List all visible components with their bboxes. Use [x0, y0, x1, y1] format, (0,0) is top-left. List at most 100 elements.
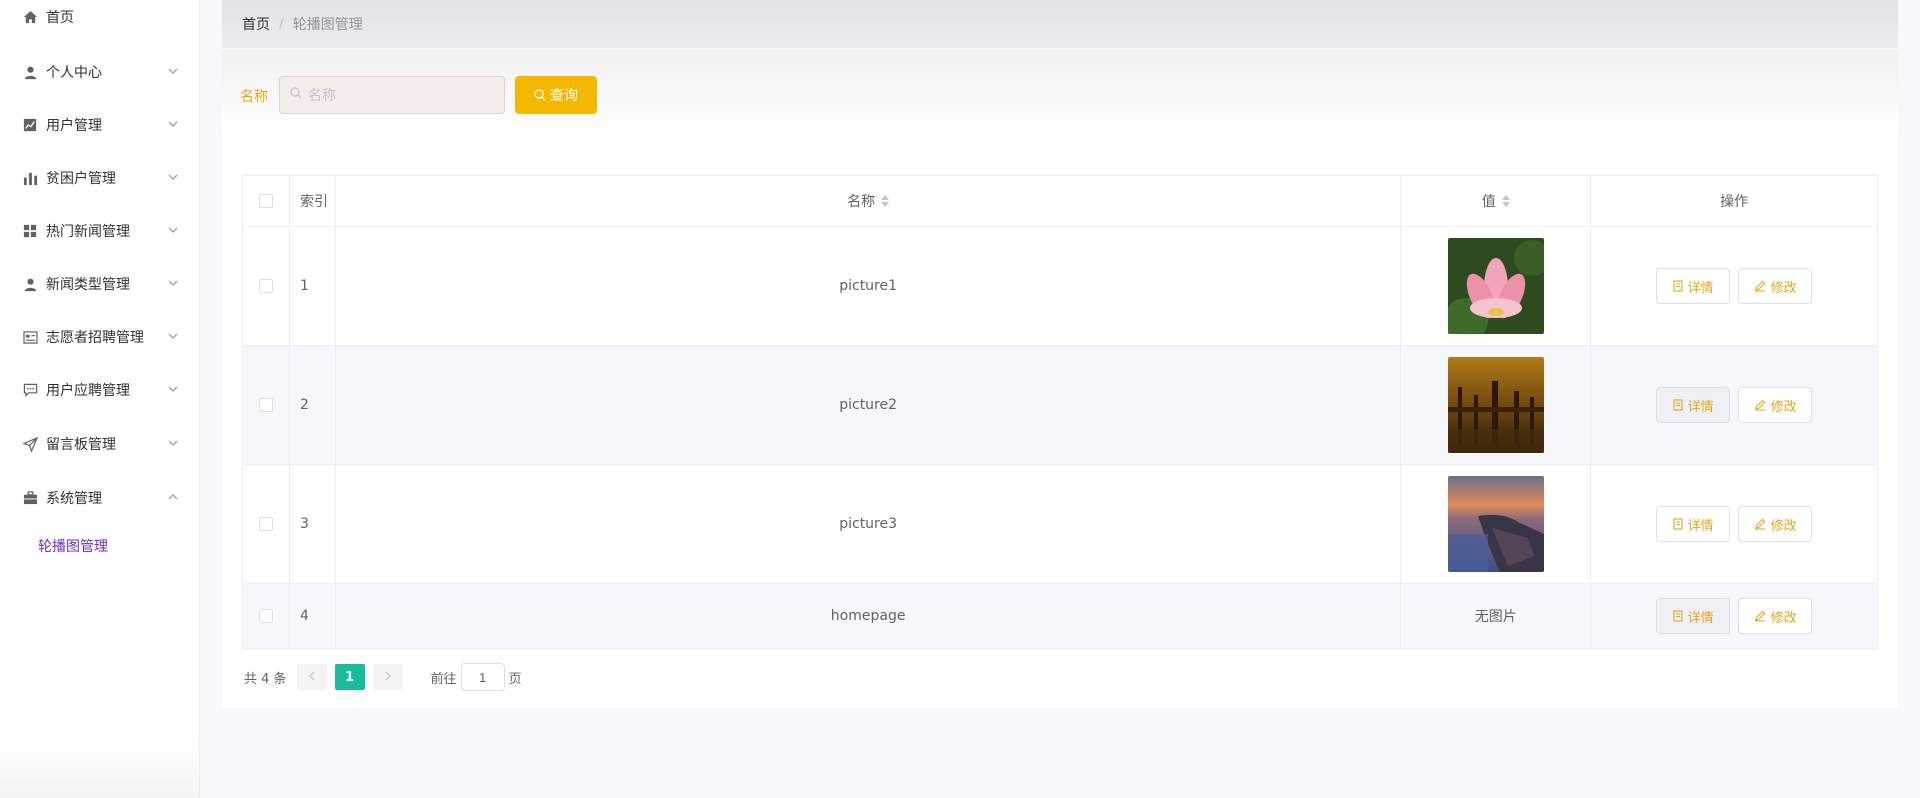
search-field[interactable] — [279, 76, 505, 114]
header-name-label: 名称 — [847, 194, 876, 210]
sidebar-item-label: 系统管理 — [46, 491, 102, 507]
sidebar-item-label: 热门新闻管理 — [46, 224, 130, 240]
sidebar-item-user-management[interactable]: 用户管理 — [0, 105, 200, 145]
coastal-sunset-image — [1447, 476, 1544, 572]
user-icon — [22, 64, 38, 80]
row-checkbox-cell — [243, 584, 290, 648]
sidebar: 首页 个人中心 用户管理 贫困户管理 热门新闻管理 新闻类型管理 志愿者招聘管理… — [0, 0, 200, 798]
row-index: 2 — [290, 346, 336, 464]
breadcrumb: 首页 / 轮播图管理 — [222, 0, 1898, 48]
row-value-text: 无图片 — [1401, 584, 1592, 648]
send-icon — [22, 436, 38, 452]
sidebar-item-label: 贫困户管理 — [46, 171, 116, 187]
row-actions: 详情 修改 — [1591, 346, 1877, 464]
sidebar-item-home[interactable]: 首页 — [0, 0, 200, 37]
detail-button-label: 详情 — [1687, 610, 1714, 626]
row-name: picture3 — [336, 465, 1402, 583]
search-button[interactable]: 查询 — [515, 76, 597, 114]
chart-icon — [22, 117, 38, 133]
sidebar-item-news-type[interactable]: 新闻类型管理 — [0, 264, 200, 304]
chevron-down-icon — [166, 117, 180, 131]
table-row: 1 picture1 详情 修改 — [243, 227, 1877, 346]
row-name: picture2 — [336, 346, 1402, 464]
edit-button[interactable]: 修改 — [1738, 268, 1813, 304]
sidebar-subitem-carousel[interactable]: 轮播图管理 — [0, 526, 200, 566]
row-value — [1401, 227, 1592, 345]
search-label: 名称 — [240, 89, 268, 105]
edit-button[interactable]: 修改 — [1738, 506, 1813, 542]
lotus-flower-image — [1447, 238, 1544, 334]
chevron-down-icon — [166, 382, 180, 396]
id-card-icon — [22, 329, 38, 345]
edit-button[interactable]: 修改 — [1738, 598, 1813, 634]
home-icon — [22, 9, 38, 25]
goto-prefix: 前往 — [430, 671, 457, 687]
edit-icon — [1754, 610, 1766, 622]
goto-page-input[interactable] — [460, 663, 505, 691]
row-actions: 详情 修改 — [1591, 584, 1877, 648]
sunset-pier-image — [1447, 357, 1544, 453]
detail-button[interactable]: 详情 — [1656, 387, 1731, 423]
sidebar-item-volunteer-recruit[interactable]: 志愿者招聘管理 — [0, 317, 200, 357]
detail-button-label: 详情 — [1687, 280, 1714, 296]
detail-button[interactable]: 详情 — [1656, 506, 1731, 542]
edit-icon — [1754, 518, 1766, 530]
chevron-down-icon — [166, 223, 180, 237]
grid-icon — [22, 223, 38, 239]
prev-page-button[interactable] — [296, 664, 327, 690]
chevron-down-icon — [166, 329, 180, 343]
sidebar-item-message-board[interactable]: 留言板管理 — [0, 424, 200, 464]
sidebar-item-poor-household[interactable]: 贫困户管理 — [0, 158, 200, 198]
edit-button-label: 修改 — [1770, 518, 1797, 534]
sidebar-item-label: 用户管理 — [46, 118, 102, 134]
document-icon — [1673, 610, 1683, 622]
next-page-button[interactable] — [372, 664, 403, 690]
sort-icon[interactable] — [881, 195, 890, 207]
main-card: 索引 名称 值 操作 1 picture1 详情 修改 2 picture2 详… — [222, 140, 1898, 708]
table-header: 索引 名称 值 操作 — [243, 176, 1877, 227]
sidebar-item-user-application[interactable]: 用户应聘管理 — [0, 370, 200, 410]
table-row: 2 picture2 详情 修改 — [243, 346, 1877, 465]
document-icon — [1673, 280, 1683, 292]
sidebar-item-system-management[interactable]: 系统管理 — [0, 478, 200, 518]
breadcrumb-separator: / — [279, 16, 284, 32]
edit-button[interactable]: 修改 — [1738, 387, 1813, 423]
page-number-button[interactable]: 1 — [334, 664, 365, 690]
row-checkbox-cell — [243, 465, 290, 583]
user-icon — [22, 276, 38, 292]
row-checkbox[interactable] — [258, 517, 273, 531]
goto-suffix: 页 — [508, 671, 522, 687]
search-icon — [534, 89, 546, 101]
header-checkbox-cell — [243, 176, 290, 226]
select-all-checkbox[interactable] — [258, 194, 273, 208]
pagination-total: 共 4 条 — [244, 671, 287, 687]
table-row: 4 homepage 无图片 详情 修改 — [243, 584, 1877, 648]
header-name[interactable]: 名称 — [336, 176, 1402, 226]
document-icon — [1673, 518, 1683, 530]
row-checkbox[interactable] — [258, 398, 273, 412]
detail-button[interactable]: 详情 — [1656, 598, 1731, 634]
row-name: picture1 — [336, 227, 1402, 345]
sort-icon[interactable] — [1501, 195, 1510, 207]
row-checkbox[interactable] — [258, 609, 273, 623]
sidebar-item-label: 志愿者招聘管理 — [46, 330, 144, 346]
chat-icon — [22, 382, 38, 398]
row-index: 3 — [290, 465, 336, 583]
briefcase-icon — [22, 490, 38, 506]
row-checkbox[interactable] — [258, 279, 273, 293]
edit-button-label: 修改 — [1770, 610, 1797, 626]
row-checkbox-cell — [243, 346, 290, 464]
header-value[interactable]: 值 — [1401, 176, 1592, 226]
bar-chart-icon — [22, 170, 38, 186]
sidebar-item-label: 首页 — [46, 10, 74, 26]
header-index: 索引 — [290, 176, 336, 226]
search-input[interactable] — [308, 87, 498, 103]
breadcrumb-home[interactable]: 首页 — [242, 14, 270, 34]
sidebar-item-personal-center[interactable]: 个人中心 — [0, 52, 200, 92]
detail-button[interactable]: 详情 — [1656, 268, 1731, 304]
breadcrumb-current: 轮播图管理 — [292, 17, 363, 33]
row-actions: 详情 修改 — [1591, 465, 1877, 583]
chevron-left-icon — [308, 670, 316, 685]
row-name: homepage — [336, 584, 1402, 648]
sidebar-item-hot-news[interactable]: 热门新闻管理 — [0, 211, 200, 251]
